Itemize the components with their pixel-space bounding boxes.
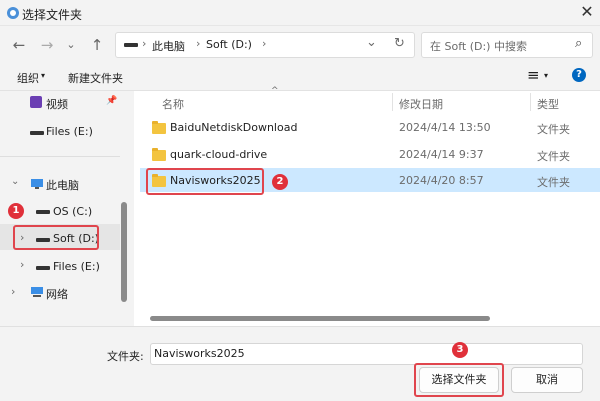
new-folder-button[interactable]: 新建文件夹 xyxy=(68,70,123,86)
column-header-type[interactable]: 类型 xyxy=(537,96,559,112)
sidebar-item-files-e-quick[interactable]: Files (E:) xyxy=(46,125,93,138)
highlight-box-navisworks xyxy=(146,168,264,195)
file-name[interactable]: BaiduNetdiskDownload xyxy=(170,121,297,134)
address-bar[interactable]: › 此电脑 › Soft (D:) › ⌄ ↻ xyxy=(115,32,415,58)
breadcrumb-separator: › xyxy=(196,37,201,50)
file-date: 2024/4/14 9:37 xyxy=(399,148,484,161)
file-date: 2024/4/14 13:50 xyxy=(399,121,491,134)
help-icon[interactable]: ? xyxy=(572,68,586,82)
column-header-date[interactable]: 修改日期 xyxy=(399,96,443,112)
annotation-badge-1: 1 xyxy=(8,203,24,219)
breadcrumb-soft-d[interactable]: Soft (D:) xyxy=(206,38,252,51)
annotation-badge-2: 2 xyxy=(272,174,288,190)
highlight-box-select xyxy=(414,363,504,397)
column-header-name[interactable]: 名称 xyxy=(162,96,184,112)
sort-indicator-icon: ^ xyxy=(271,86,279,96)
file-type: 文件夹 xyxy=(537,150,570,163)
title-bar xyxy=(0,0,600,26)
drive-icon xyxy=(124,43,138,47)
drive-icon xyxy=(36,210,50,214)
recent-locations-button[interactable]: ⌄ xyxy=(62,36,80,54)
folder-icon xyxy=(152,121,166,134)
sidebar-item-this-pc[interactable]: 此电脑 xyxy=(46,177,79,193)
folder-name-value: Navisworks2025 xyxy=(154,347,245,360)
sidebar-item-network[interactable]: 网络 xyxy=(46,286,68,302)
breadcrumb-separator: › xyxy=(262,37,267,50)
annotation-badge-3: 3 xyxy=(452,342,468,358)
search-placeholder: 在 Soft (D:) 中搜索 xyxy=(430,40,527,53)
view-options-icon[interactable]: ≡ xyxy=(527,66,540,84)
search-box[interactable]: 在 Soft (D:) 中搜索 ⌕ xyxy=(421,32,593,58)
column-divider[interactable] xyxy=(530,93,531,111)
sidebar-scrollbar[interactable] xyxy=(121,202,127,302)
back-button[interactable]: ← xyxy=(10,36,28,54)
search-icon[interactable]: ⌕ xyxy=(575,36,582,51)
breadcrumb-this-pc[interactable]: 此电脑 xyxy=(152,38,185,54)
network-icon xyxy=(31,287,43,297)
horizontal-scrollbar[interactable] xyxy=(150,316,490,321)
drive-icon xyxy=(30,131,44,135)
close-button[interactable]: ✕ xyxy=(578,3,596,21)
highlight-box-soft-d xyxy=(13,225,99,250)
column-divider[interactable] xyxy=(392,93,393,111)
refresh-icon[interactable]: ↻ xyxy=(394,36,405,51)
cancel-button[interactable]: 取消 xyxy=(511,367,583,393)
organize-button[interactable]: 组织 xyxy=(17,70,39,86)
drive-icon xyxy=(36,266,50,270)
file-name[interactable]: quark-cloud-drive xyxy=(170,148,267,161)
folder-icon xyxy=(152,148,166,161)
breadcrumb-separator: › xyxy=(142,37,147,50)
video-icon xyxy=(30,96,42,108)
up-button[interactable]: ↑ xyxy=(88,36,106,54)
pin-icon: 📌 xyxy=(106,96,118,106)
expander-files-e[interactable]: › xyxy=(20,258,24,271)
sidebar-item-os-c[interactable]: OS (C:) xyxy=(53,205,92,218)
view-caret-icon: ▾ xyxy=(544,71,549,80)
expander-network[interactable]: › xyxy=(11,285,15,298)
sidebar-item-files-e[interactable]: Files (E:) xyxy=(53,260,100,273)
folder-picker-icon xyxy=(7,7,19,19)
file-date: 2024/4/20 8:57 xyxy=(399,174,484,187)
file-type: 文件夹 xyxy=(537,123,570,136)
forward-button[interactable]: → xyxy=(38,36,56,54)
sidebar-item-videos[interactable]: 视频 xyxy=(46,96,68,112)
address-dropdown-icon[interactable]: ⌄ xyxy=(366,35,377,50)
computer-icon xyxy=(31,179,43,189)
folder-field-label: 文件夹: xyxy=(107,350,144,363)
expander-this-pc[interactable]: ⌄ xyxy=(11,176,19,187)
file-type: 文件夹 xyxy=(537,176,570,189)
window-title: 选择文件夹 xyxy=(22,8,83,22)
organize-caret-icon: ▾ xyxy=(41,71,46,80)
folder-name-input[interactable]: Navisworks2025 xyxy=(150,343,583,365)
sidebar-divider xyxy=(0,156,120,157)
